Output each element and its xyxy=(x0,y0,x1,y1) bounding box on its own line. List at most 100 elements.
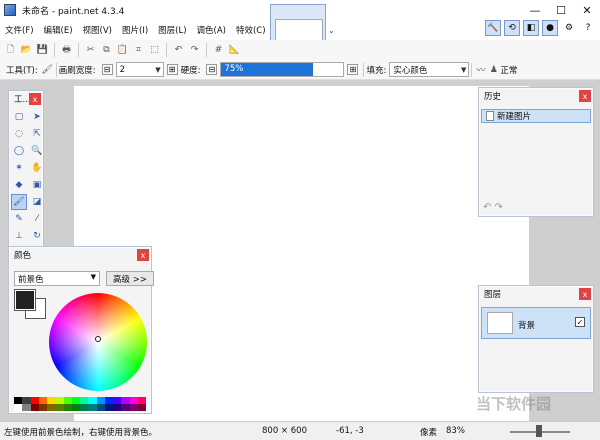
move-selected-icon[interactable]: ➤ xyxy=(29,109,45,125)
paste-icon[interactable]: 📋 xyxy=(116,44,129,57)
palette-swatch[interactable] xyxy=(47,397,56,404)
primary-color-swatch[interactable] xyxy=(14,289,36,311)
save-icon[interactable]: 💾 xyxy=(36,44,49,57)
close-icon[interactable]: x xyxy=(137,249,149,261)
unit-select[interactable]: 像素 xyxy=(420,426,437,438)
antialiasing-icon[interactable]: 〰 xyxy=(474,63,487,76)
paintbrush-icon[interactable]: 🖌 xyxy=(41,63,54,76)
palette-swatch[interactable] xyxy=(63,397,72,404)
recolor-icon[interactable]: ↻ xyxy=(29,228,45,244)
pencil-icon[interactable]: ✎ xyxy=(11,211,27,227)
palette-swatch[interactable] xyxy=(38,404,47,411)
crop-icon[interactable]: ⌗ xyxy=(132,44,145,57)
palette-swatch[interactable] xyxy=(129,397,138,404)
color-wheel[interactable] xyxy=(49,293,147,391)
color-palette[interactable] xyxy=(14,397,146,411)
palette-swatch[interactable] xyxy=(96,404,105,411)
palette-swatch[interactable] xyxy=(80,404,89,411)
brush-width-decrease[interactable]: ⊟ xyxy=(101,64,113,75)
palette-swatch[interactable] xyxy=(121,404,130,411)
primary-color-select[interactable]: 前景色 ▼ xyxy=(14,271,100,286)
palette-swatch[interactable] xyxy=(137,397,146,404)
copy-icon[interactable]: ⧉ xyxy=(100,44,113,57)
open-folder-icon[interactable]: 📂 xyxy=(20,44,33,57)
close-icon[interactable]: x xyxy=(579,90,591,102)
cut-icon[interactable]: ✂ xyxy=(84,44,97,57)
palette-swatch[interactable] xyxy=(47,404,56,411)
color-picker-icon[interactable]: ⁄ xyxy=(29,211,45,227)
layer-visibility-checkbox[interactable]: ✓ xyxy=(575,317,585,327)
blend-mode-icon[interactable]: ♟ xyxy=(487,63,500,76)
deselect-icon[interactable]: ⬚ xyxy=(148,44,161,57)
close-window-button[interactable]: ✕ xyxy=(574,0,600,20)
grid-icon[interactable]: # xyxy=(212,44,225,57)
gradient-icon[interactable]: ▣ xyxy=(29,177,45,193)
advanced-button[interactable]: 高级 >> xyxy=(106,271,154,286)
palette-swatch[interactable] xyxy=(71,404,80,411)
brush-width-select[interactable]: 2 ▼ xyxy=(115,62,164,77)
magic-wand-icon[interactable]: ✶ xyxy=(11,160,27,176)
rectangle-select-icon[interactable]: ▢ xyxy=(11,109,27,125)
palette-swatch[interactable] xyxy=(22,404,31,411)
gear-icon[interactable]: ⚙ xyxy=(561,20,577,36)
palette-swatch[interactable] xyxy=(88,397,97,404)
palette-swatch[interactable] xyxy=(129,404,138,411)
print-icon[interactable]: 🖶 xyxy=(60,44,73,57)
redo-icon[interactable]: ↷ xyxy=(188,44,201,57)
layers-toggle-icon[interactable]: ◧ xyxy=(523,20,539,36)
clone-stamp-icon[interactable]: ⊥ xyxy=(11,228,27,244)
menu-layers[interactable]: 图层(L) xyxy=(153,24,191,36)
blend-mode[interactable]: 正常 xyxy=(500,64,517,76)
fill-select[interactable]: 实心颜色 ▼ xyxy=(389,62,470,77)
new-file-icon[interactable]: 🗋 xyxy=(4,44,17,57)
layer-row[interactable]: 背景 ✓ xyxy=(481,307,591,339)
close-icon[interactable]: x xyxy=(29,93,41,105)
palette-swatch[interactable] xyxy=(63,404,72,411)
palette-swatch[interactable] xyxy=(88,404,97,411)
color-wheel-cursor[interactable] xyxy=(95,336,101,342)
history-toggle-icon[interactable]: ⟲ xyxy=(504,20,520,36)
menu-edit[interactable]: 编辑(E) xyxy=(39,24,78,36)
palette-swatch[interactable] xyxy=(38,397,47,404)
paint-bucket-icon[interactable]: ◆ xyxy=(11,177,27,193)
palette-swatch[interactable] xyxy=(30,404,39,411)
palette-swatch[interactable] xyxy=(30,397,39,404)
palette-swatch[interactable] xyxy=(137,404,146,411)
zoom-slider-knob[interactable] xyxy=(536,425,542,437)
palette-swatch[interactable] xyxy=(80,397,89,404)
menu-adjustments[interactable]: 调色(A) xyxy=(192,24,231,36)
palette-swatch[interactable] xyxy=(96,397,105,404)
menu-image[interactable]: 图片(I) xyxy=(117,24,153,36)
tools-toggle-icon[interactable]: 🔨 xyxy=(485,20,501,36)
lasso-select-icon[interactable]: ◌ xyxy=(11,126,27,142)
palette-swatch[interactable] xyxy=(14,404,23,411)
palette-swatch[interactable] xyxy=(71,397,80,404)
chevron-down-icon[interactable]: ⌄ xyxy=(328,26,335,35)
menu-view[interactable]: 视图(V) xyxy=(78,24,117,36)
palette-swatch[interactable] xyxy=(55,404,64,411)
history-item[interactable]: 新建图片 xyxy=(481,109,591,123)
hardness-slider[interactable]: 75% xyxy=(220,62,345,77)
menu-file[interactable]: 文件(F) xyxy=(0,24,39,36)
brush-width-increase[interactable]: ⊞ xyxy=(166,64,178,75)
ellipse-select-icon[interactable]: ◯ xyxy=(11,143,27,159)
hardness-increase[interactable]: ⊞ xyxy=(347,64,359,75)
move-selection-icon[interactable]: ⇱ xyxy=(29,126,45,142)
ruler-icon[interactable]: 📐 xyxy=(228,44,241,57)
maximize-button[interactable]: ☐ xyxy=(548,0,574,20)
palette-swatch[interactable] xyxy=(113,404,122,411)
close-icon[interactable]: x xyxy=(579,288,591,300)
pan-icon[interactable]: ✋ xyxy=(29,160,45,176)
zoom-icon[interactable]: 🔍 xyxy=(29,143,45,159)
menu-effects[interactable]: 特效(C) xyxy=(231,24,271,36)
palette-swatch[interactable] xyxy=(14,397,23,404)
palette-swatch[interactable] xyxy=(121,397,130,404)
palette-swatch[interactable] xyxy=(55,397,64,404)
undo-redo-icons[interactable]: ↶ ↷ xyxy=(483,202,503,213)
colors-toggle-icon[interactable]: ● xyxy=(542,20,558,36)
minimize-button[interactable]: — xyxy=(522,0,548,20)
paintbrush-tool-icon[interactable]: 🖌 xyxy=(11,194,27,210)
help-icon[interactable]: ? xyxy=(580,20,596,36)
palette-swatch[interactable] xyxy=(104,397,113,404)
palette-swatch[interactable] xyxy=(104,404,113,411)
